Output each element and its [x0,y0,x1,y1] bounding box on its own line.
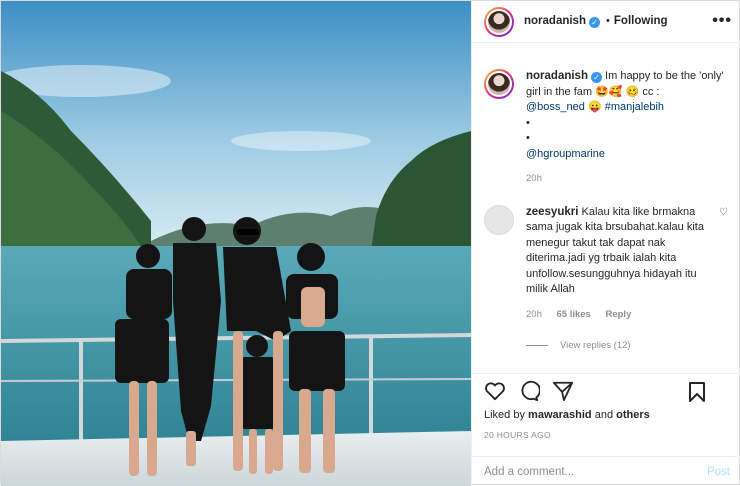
caption-emoji-1: 🤩🥰 [595,85,623,98]
liked-and: and [594,409,614,421]
caption-verified-icon: ✓ [590,72,602,83]
comment-username[interactable]: zeesyukri [526,206,578,218]
comment-meta: 20h 65 likes Reply [526,307,716,323]
liked-by: Liked by mawarashid and others [484,409,730,421]
caption-time[interactable]: 20h [526,173,542,184]
post-comment-button[interactable]: Post [707,466,730,478]
caption-body: noradanish ✓ Im happy to be the 'only' gi… [526,69,730,187]
separator-dot: • [606,15,610,27]
post-side-panel: noradanish ✓ • Following ••• noradanish ✓ I… [471,1,740,486]
mention-boss-ned[interactable]: @boss_ned [526,101,585,113]
view-replies-label: View replies (12) [560,340,631,351]
comment-like-heart-icon[interactable]: ♡ [719,207,728,218]
header-text: noradanish ✓ • Following [524,15,668,28]
liked-others[interactable]: others [616,409,650,421]
caption: noradanish ✓ Im happy to be the 'only' gi… [484,69,730,187]
bookmark-icon[interactable] [688,381,706,403]
view-replies-button[interactable]: View replies (12) [526,340,730,351]
comment-item: zeesyukri Kalau kita like brmakna sama j… [484,204,730,323]
post-timestamp[interactable]: 20 HOURS AGO [484,430,730,440]
like-heart-icon[interactable] [484,381,506,401]
commenter-avatar[interactable] [484,204,514,235]
caption-avatar[interactable] [484,69,514,99]
following-button[interactable]: Following [614,15,668,27]
liked-user[interactable]: mawarashid [528,409,592,421]
comment-text: Kalau kita like brmakna sama jugak kita … [526,205,704,296]
comment-reply-button[interactable]: Reply [605,309,631,320]
caption-cc: cc : [642,85,660,98]
add-comment-bar: Post [472,456,740,486]
post-actions: Liked by mawarashid and others 20 HOURS … [472,373,740,440]
instagram-post: noradanish ✓ • Following ••• noradanish ✓ I… [0,0,740,486]
share-send-icon[interactable] [552,380,574,402]
add-comment-input[interactable] [484,465,707,478]
family-on-boat-image [1,1,471,486]
hashtag-manjalebih[interactable]: #manjalebih [605,101,664,113]
comment-likes[interactable]: 65 likes [557,309,591,320]
caption-username[interactable]: noradanish [526,70,588,82]
comment-bubble-icon[interactable] [518,380,540,402]
header-username[interactable]: noradanish [524,15,586,27]
caption-meta: 20h [526,171,730,187]
post-photo[interactable] [1,1,471,486]
caption-bullet-1: • [526,116,530,129]
action-icons [484,375,730,407]
liked-prefix: Liked by [484,409,525,421]
post-header: noradanish ✓ • Following ••• [472,1,740,43]
caption-bullet-2: • [526,132,530,144]
comments-section: noradanish ✓ Im happy to be the 'only' gi… [472,53,740,373]
comment-time[interactable]: 20h [526,309,542,320]
profile-avatar[interactable] [484,6,514,37]
verified-icon: ✓ [588,17,600,28]
caption-emoji-2: 🥴 [625,85,640,98]
replies-line [526,345,548,346]
mention-hgroupmarine[interactable]: @hgroupmarine [526,148,605,160]
comment-body: zeesyukri Kalau kita like brmakna sama j… [526,205,716,323]
more-options-icon[interactable]: ••• [712,12,732,30]
caption-emoji-3: 😛 [587,101,602,113]
